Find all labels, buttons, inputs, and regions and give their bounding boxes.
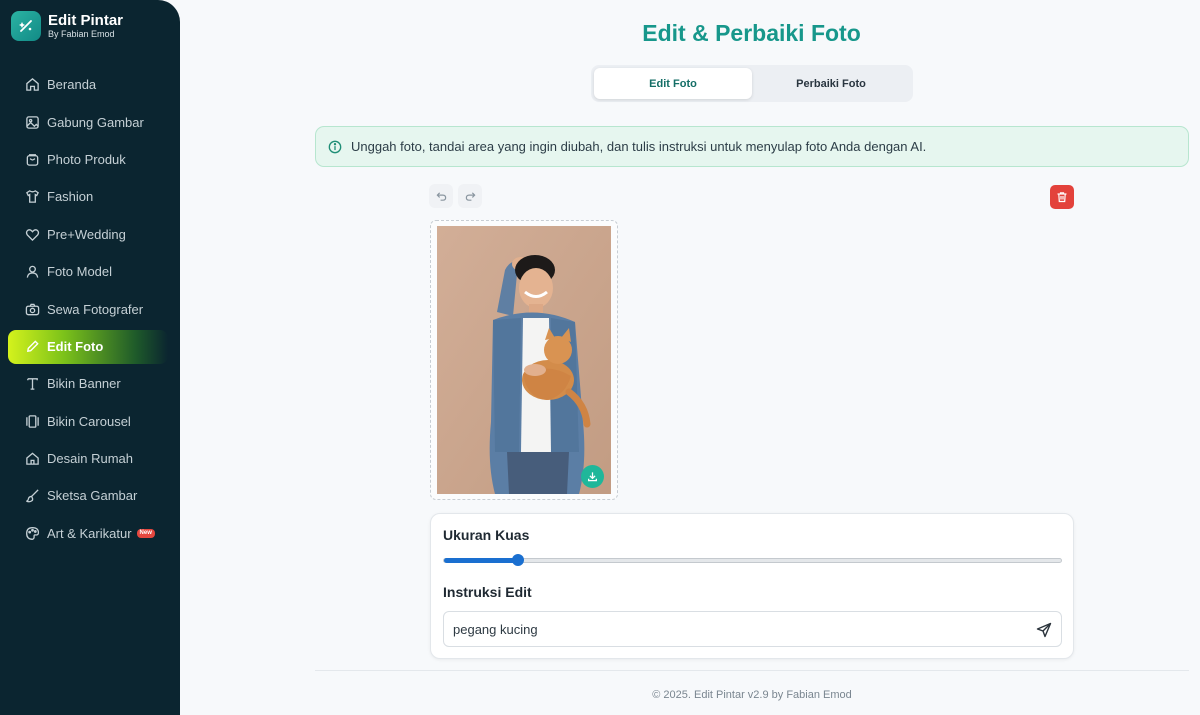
sidebar-item-label: Photo Produk [47, 151, 126, 167]
shirt-icon [24, 189, 40, 205]
sidebar-item-label: Edit Foto [47, 338, 104, 354]
sidebar-item-label: Desain Rumah [47, 451, 133, 467]
info-icon [328, 140, 342, 154]
brand[interactable]: Edit Pintar By Fabian Emod [11, 11, 123, 41]
sidebar-item-label: Foto Model [47, 264, 113, 280]
sidebar-item-label: Sketsa Gambar [47, 488, 138, 504]
sidebar-item-label: Beranda [47, 77, 97, 93]
user-icon [24, 264, 40, 280]
redo-icon [465, 191, 476, 202]
home-icon [24, 77, 40, 93]
undo-icon [436, 191, 447, 202]
send-button[interactable] [1035, 621, 1053, 639]
sidebar-item-pre-wedding[interactable]: Pre+Wedding [0, 216, 180, 253]
sidebar-item-sketsa-gambar[interactable]: Sketsa Gambar [0, 477, 180, 514]
trash-icon [1056, 191, 1068, 203]
redo-button[interactable] [458, 184, 482, 208]
palette-icon [24, 525, 40, 541]
slider-thumb[interactable] [512, 554, 525, 566]
sidebar-item-art-karikatur[interactable]: Art & Karikatur New [0, 515, 180, 552]
sidebar-item-fashion[interactable]: Fashion [0, 178, 180, 215]
house-icon [24, 451, 40, 467]
sidebar-item-label: Pre+Wedding [47, 226, 126, 242]
sidebar-item-label: Gabung Gambar [47, 114, 144, 130]
logo-icon [11, 11, 41, 41]
image-icon [24, 114, 40, 130]
undo-button[interactable] [429, 184, 453, 208]
mode-tabs: Edit Foto Perbaiki Foto [591, 65, 913, 102]
heart-icon [24, 226, 40, 242]
info-text: Unggah foto, tandai area yang ingin diub… [351, 139, 927, 154]
sidebar-item-label: Bikin Banner [47, 376, 121, 392]
instruction-input[interactable]: pegang kucing [443, 611, 1062, 647]
uploaded-photo[interactable] [437, 226, 611, 494]
edit-panel: Ukuran Kuas Instruksi Edit pegang kucing [430, 513, 1074, 659]
footer-text: © 2025. Edit Pintar v2.9 by Fabian Emod [652, 689, 852, 701]
instruction-text: pegang kucing [453, 621, 538, 637]
slider-fill [444, 558, 519, 563]
sidebar-item-photo-produk[interactable]: Photo Produk [0, 141, 180, 178]
sidebar-item-beranda[interactable]: Beranda [0, 66, 180, 103]
download-icon [587, 471, 598, 482]
sidebar-item-gabung-gambar[interactable]: Gabung Gambar [0, 103, 180, 140]
info-banner: Unggah foto, tandai area yang ingin diub… [315, 126, 1189, 167]
brand-title: Edit Pintar [48, 12, 124, 29]
pencil-icon [24, 338, 40, 354]
tab-perbaiki-foto[interactable]: Perbaiki Foto [752, 68, 910, 99]
sidebar-item-sewa-fotografer[interactable]: Sewa Fotografer [0, 290, 180, 327]
brush-size-label: Ukuran Kuas [443, 527, 530, 543]
sidebar-item-label: Art & Karikatur [47, 525, 132, 541]
bag-icon [24, 151, 40, 167]
download-button[interactable] [581, 465, 604, 488]
sidebar-item-label: Fashion [47, 189, 94, 205]
footer-divider [315, 670, 1189, 671]
instruction-label: Instruksi Edit [443, 584, 532, 600]
page-title: Edit & Perbaiki Foto [642, 20, 861, 46]
sidebar-item-label: Sewa Fotografer [47, 301, 144, 317]
sidebar-item-label: Bikin Carousel [47, 413, 131, 429]
camera-icon [24, 301, 40, 317]
brand-subtitle: By Fabian Emod [48, 29, 115, 39]
tab-edit-foto[interactable]: Edit Foto [594, 68, 752, 99]
new-badge: New [136, 528, 155, 538]
carousel-icon [24, 413, 40, 429]
brush-icon [24, 488, 40, 504]
sidebar-item-desain-rumah[interactable]: Desain Rumah [0, 440, 180, 477]
send-icon [1036, 622, 1052, 638]
sidebar-item-bikin-carousel[interactable]: Bikin Carousel [0, 403, 180, 440]
delete-button[interactable] [1050, 185, 1074, 209]
sidebar-item-foto-model[interactable]: Foto Model [0, 253, 180, 290]
text-icon [24, 376, 40, 392]
sidebar-nav: Beranda Gabung Gambar Photo Produk Fashi… [0, 66, 180, 552]
sidebar: Edit Pintar By Fabian Emod Beranda Gabun… [0, 0, 180, 715]
sidebar-item-bikin-banner[interactable]: Bikin Banner [0, 365, 180, 402]
brush-size-slider[interactable] [443, 554, 1062, 566]
sidebar-item-edit-foto[interactable]: Edit Foto [0, 328, 180, 365]
